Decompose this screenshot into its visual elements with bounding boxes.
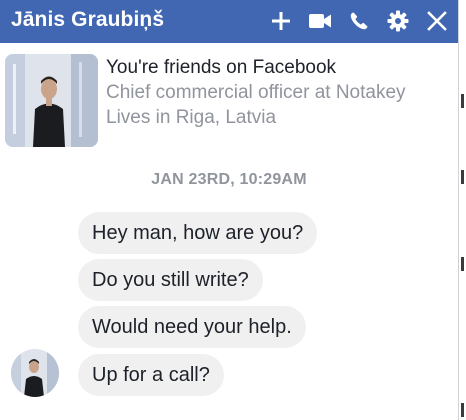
profile-photo[interactable] bbox=[5, 54, 98, 147]
phone-icon[interactable] bbox=[346, 8, 372, 34]
scrollbar-marker bbox=[461, 94, 464, 108]
scrollbar-marker bbox=[461, 257, 464, 271]
work-info: Chief commercial officer at Notakey bbox=[106, 82, 406, 103]
message-bubble[interactable]: Do you still write? bbox=[78, 259, 263, 301]
friends-status: You're friends on Facebook bbox=[106, 57, 337, 78]
message-bubble[interactable]: Hey man, how are you? bbox=[78, 212, 318, 254]
contact-name[interactable]: Jānis Graubiņš bbox=[11, 8, 164, 32]
close-icon[interactable] bbox=[424, 8, 450, 34]
location-info: Lives in Riga, Latvia bbox=[106, 107, 277, 128]
gear-icon[interactable] bbox=[385, 8, 411, 34]
scrollbar-marker bbox=[461, 403, 464, 417]
header-actions bbox=[268, 8, 450, 34]
chat-window: Jānis Graubiņš You're friends on Faceboo… bbox=[0, 0, 459, 420]
video-camera-icon[interactable] bbox=[307, 8, 333, 34]
add-icon[interactable] bbox=[268, 8, 294, 34]
sender-avatar[interactable] bbox=[11, 349, 59, 397]
chat-header: Jānis Graubiņš bbox=[0, 0, 458, 43]
message-bubble[interactable]: Would need your help. bbox=[78, 306, 306, 348]
profile-card: You're friends on Facebook Chief commerc… bbox=[0, 43, 458, 153]
scrollbar-marker bbox=[461, 170, 464, 184]
message-bubble[interactable]: Up for a call? bbox=[78, 354, 224, 396]
profile-info: You're friends on Facebook Chief commerc… bbox=[106, 55, 406, 130]
scrollbar-track[interactable] bbox=[459, 0, 466, 420]
message-timestamp: JAN 23RD, 10:29AM bbox=[151, 171, 307, 188]
